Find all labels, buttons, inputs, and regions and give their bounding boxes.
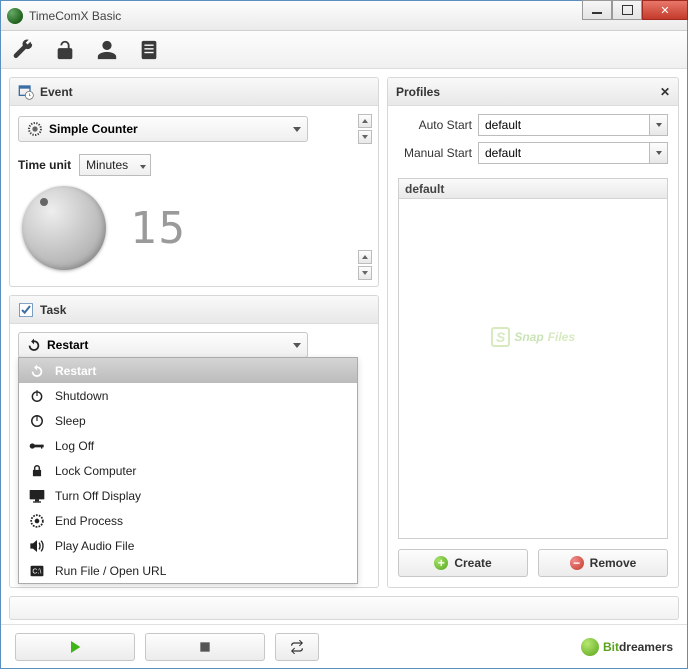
dropdown-item-endprocess[interactable]: End Process — [19, 508, 357, 533]
profiles-header-label: Profiles — [396, 85, 440, 99]
profile-list[interactable]: default S SnapFiles — [398, 178, 668, 539]
remove-label: Remove — [590, 556, 637, 570]
watermark: S SnapFiles — [491, 327, 575, 347]
event-header-label: Event — [40, 85, 73, 99]
dropdown-item-lock[interactable]: Lock Computer — [19, 458, 357, 483]
wrench-icon — [12, 39, 34, 61]
manual-start-select[interactable]: default — [478, 142, 668, 164]
auto-start-value: default — [485, 118, 521, 132]
auto-start-label: Auto Start — [398, 118, 472, 132]
dropdown-item-label: End Process — [55, 514, 123, 528]
event-type-value: Simple Counter — [49, 122, 138, 136]
close-button[interactable] — [642, 0, 688, 20]
dropdown-item-label: Play Audio File — [55, 539, 134, 553]
play-button[interactable] — [15, 633, 135, 661]
document-icon — [138, 39, 160, 61]
gear-icon — [27, 121, 43, 137]
dropdown-item-restart[interactable]: Restart — [19, 358, 357, 383]
scroll-up-button[interactable] — [358, 114, 372, 128]
bottom-bar: Bitdreamers — [1, 624, 687, 668]
profile-list-header: default — [399, 179, 667, 199]
dropdown-item-label: Turn Off Display — [55, 489, 141, 503]
status-bar — [9, 596, 679, 620]
remove-button[interactable]: − Remove — [538, 549, 668, 577]
scroll-up-button[interactable] — [358, 250, 372, 264]
create-button[interactable]: + Create — [398, 549, 528, 577]
user-icon — [96, 39, 118, 61]
time-unit-select[interactable]: Minutes — [79, 154, 151, 176]
repeat-icon — [289, 640, 305, 654]
dropdown-item-label: Shutdown — [55, 389, 108, 403]
restart-icon — [29, 363, 45, 379]
dropdown-item-logoff[interactable]: Log Off — [19, 433, 357, 458]
manual-start-label: Manual Start — [398, 146, 472, 160]
play-icon — [67, 639, 83, 655]
gear-icon — [29, 513, 45, 529]
log-button[interactable] — [137, 38, 161, 62]
auto-start-select[interactable]: default — [478, 114, 668, 136]
dropdown-item-sleep[interactable]: Sleep — [19, 408, 357, 433]
stop-icon — [198, 640, 212, 654]
profiles-panel: Profiles ✕ Auto Start default Manual Sta… — [387, 77, 679, 588]
brand-logo-icon — [581, 638, 599, 656]
time-unit-value: Minutes — [86, 158, 128, 172]
plus-icon: + — [434, 556, 448, 570]
minimize-button[interactable] — [582, 0, 612, 20]
lock-icon — [29, 463, 45, 479]
unlock-icon — [54, 39, 76, 61]
speaker-icon — [29, 538, 45, 554]
time-unit-label: Time unit — [18, 158, 71, 172]
chevron-down-icon — [293, 117, 301, 141]
scroll-down-button[interactable] — [358, 130, 372, 144]
sleep-icon — [29, 413, 45, 429]
dropdown-item-runfile[interactable]: C:\ Run File / Open URL — [19, 558, 357, 583]
task-header-label: Task — [40, 303, 66, 317]
app-icon — [7, 8, 23, 24]
main-toolbar — [1, 31, 687, 69]
chevron-down-icon — [140, 158, 146, 172]
task-dropdown-list: Restart Shutdown Sleep Log Off Lock Comp… — [18, 357, 358, 584]
create-label: Create — [454, 556, 491, 570]
panel-close-button[interactable]: ✕ — [660, 85, 670, 99]
checkmark-icon — [18, 302, 34, 318]
task-type-value: Restart — [47, 338, 88, 352]
key-icon — [29, 438, 45, 454]
stop-button[interactable] — [145, 633, 265, 661]
chevron-down-icon — [649, 115, 667, 135]
chevron-down-icon — [649, 143, 667, 163]
monitor-icon — [29, 488, 45, 504]
minus-icon: − — [570, 556, 584, 570]
terminal-icon: C:\ — [29, 563, 45, 579]
manual-start-value: default — [485, 146, 521, 160]
maximize-button[interactable] — [612, 0, 642, 20]
event-panel: Event Simple Counter Time unit Minutes — [9, 77, 379, 287]
repeat-button[interactable] — [275, 633, 319, 661]
chevron-down-icon — [293, 333, 301, 357]
power-icon — [29, 388, 45, 404]
svg-text:C:\: C:\ — [32, 568, 41, 575]
task-type-combo[interactable]: Restart — [18, 332, 308, 358]
dropdown-item-label: Run File / Open URL — [55, 564, 166, 578]
dropdown-item-label: Sleep — [55, 414, 86, 428]
app-window: TimeComX Basic Event — [0, 0, 688, 669]
user-button[interactable] — [95, 38, 119, 62]
unlock-button[interactable] — [53, 38, 77, 62]
dropdown-item-label: Restart — [55, 364, 96, 378]
counter-dial[interactable] — [22, 186, 106, 270]
dropdown-item-label: Lock Computer — [55, 464, 136, 478]
counter-display: 15 — [130, 203, 187, 254]
dropdown-item-display[interactable]: Turn Off Display — [19, 483, 357, 508]
dropdown-item-label: Log Off — [55, 439, 94, 453]
restart-icon — [27, 338, 41, 352]
event-type-combo[interactable]: Simple Counter — [18, 116, 308, 142]
titlebar: TimeComX Basic — [1, 1, 687, 31]
dropdown-item-shutdown[interactable]: Shutdown — [19, 383, 357, 408]
dropdown-item-audio[interactable]: Play Audio File — [19, 533, 357, 558]
settings-button[interactable] — [11, 38, 35, 62]
scroll-down-button[interactable] — [358, 266, 372, 280]
brand-label: Bitdreamers — [581, 638, 673, 656]
calendar-clock-icon — [18, 84, 34, 100]
